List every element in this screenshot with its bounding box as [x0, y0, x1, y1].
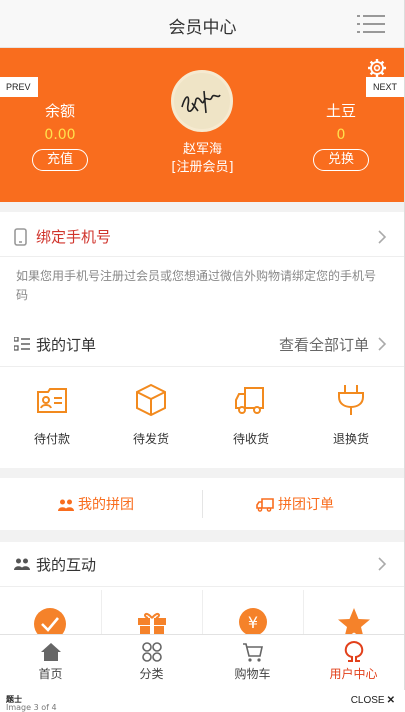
order-returns[interactable]: 退换货 [311, 382, 391, 447]
tab-label: 用户中心 [329, 667, 378, 681]
close-label: CLOSE [350, 695, 385, 706]
potato-block: 土豆 0 兑换 [291, 100, 391, 171]
interaction-header[interactable]: 我的互动 [0, 542, 404, 586]
my-group-buy-button[interactable]: 我的拼团 [58, 494, 134, 514]
signature-image [181, 90, 221, 114]
phone-icon [14, 228, 27, 246]
menu-icon[interactable] [357, 14, 385, 34]
view-all-orders-link[interactable]: 查看全部订单 [279, 334, 369, 355]
interaction-card: 我的互动 ¥ [0, 542, 404, 650]
bind-phone-title: 绑定手机号 [36, 228, 112, 246]
order-pending-shipment[interactable]: 待发货 [111, 382, 191, 447]
chevron-right-icon [378, 337, 387, 351]
interaction-title: 我的互动 [36, 556, 97, 574]
order-item-label: 待收货 [232, 432, 269, 446]
svg-text:¥: ¥ [248, 613, 258, 632]
gallery-caption-count: Image 3 of 4 [6, 703, 57, 712]
gallery-caption-bar: 题士 Image 3 of 4 CLOSE ✕ [0, 690, 405, 712]
divider [0, 586, 404, 587]
divider [202, 490, 203, 518]
page-title: 会员中心 [168, 18, 237, 38]
tab-home[interactable]: 首页 [0, 635, 101, 690]
tab-label: 分类 [139, 667, 164, 681]
potato-value: 0 [336, 127, 346, 143]
tab-label: 购物车 [234, 667, 271, 681]
list-icon [14, 337, 30, 351]
my-group-buy-label: 我的拼团 [78, 497, 134, 513]
divider [0, 256, 404, 257]
bottom-tab-bar: 首页 分类 购物车 用户中心 [0, 634, 404, 690]
tab-label: 首页 [38, 667, 63, 681]
app-frame: 会员中心 余额 0.00 充值 赵军海 [注册会员] 土豆 0 兑换 PREV … [0, 0, 405, 690]
exchange-button[interactable]: 兑换 [313, 149, 369, 171]
tab-user-center[interactable]: 用户中心 [303, 635, 404, 690]
chevron-right-icon [378, 557, 387, 571]
balance-label: 余额 [44, 102, 75, 120]
chevron-right-icon [378, 230, 387, 244]
gear-icon[interactable] [367, 58, 387, 78]
close-icon: ✕ [386, 695, 395, 706]
group-orders-label: 拼团订单 [278, 497, 334, 513]
gallery-prev-button[interactable]: PREV [0, 77, 38, 97]
gallery-close-button[interactable]: CLOSE ✕ [351, 695, 395, 706]
group-icon [58, 499, 74, 511]
avatar[interactable] [171, 70, 233, 132]
gallery-next-button[interactable]: NEXT [366, 77, 404, 97]
orders-card: 我的订单 查看全部订单 待付款 待发货 待收货 退换货 [0, 322, 404, 468]
home-icon [40, 643, 61, 661]
order-pending-receipt[interactable]: 待收货 [211, 382, 291, 447]
potato-label: 土豆 [325, 102, 356, 120]
truck-icon [256, 498, 274, 512]
app-header: 会员中心 [0, 0, 404, 48]
tab-category[interactable]: 分类 [101, 635, 202, 690]
order-item-label: 待付款 [33, 432, 70, 446]
plug-icon [338, 385, 364, 415]
bind-phone-description: 如果您用手机号注册过会员或您想通过微信外购物请绑定您的手机号码 [16, 269, 377, 302]
category-icon [141, 642, 162, 662]
group-buy-card: 我的拼团 拼团订单 [0, 478, 404, 530]
box-icon [136, 383, 166, 417]
profile-banner: 余额 0.00 充值 赵军海 [注册会员] 土豆 0 兑换 [0, 48, 404, 202]
orders-title: 我的订单 [36, 336, 97, 354]
cart-icon [242, 643, 263, 662]
group-orders-button[interactable]: 拼团订单 [256, 494, 334, 514]
order-item-label: 退换货 [332, 432, 369, 446]
wallet-icon [37, 388, 67, 413]
bind-phone-card[interactable]: 绑定手机号 如果您用手机号注册过会员或您想通过微信外购物请绑定您的手机号码 [0, 212, 404, 322]
divider [0, 366, 404, 367]
user-icon [344, 641, 363, 662]
group-icon [14, 558, 30, 570]
order-item-label: 待发货 [132, 432, 169, 446]
tab-cart[interactable]: 购物车 [202, 635, 303, 690]
truck-icon [235, 387, 264, 414]
orders-header[interactable]: 我的订单 查看全部订单 [0, 322, 404, 366]
order-pending-payment[interactable]: 待付款 [12, 382, 92, 447]
